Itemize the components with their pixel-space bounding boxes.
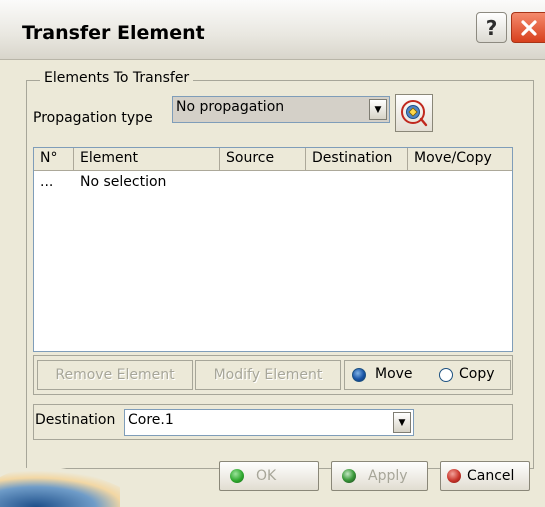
column-header-destination[interactable]: Destination [306, 148, 408, 170]
propagation-view-icon [401, 100, 428, 127]
ok-button[interactable]: OK [219, 461, 319, 491]
apply-label: Apply [368, 468, 408, 484]
cancel-button[interactable]: Cancel [440, 461, 530, 491]
row-number: ... [40, 174, 54, 190]
copy-radio-label[interactable]: Copy [459, 366, 495, 382]
transfer-element-table[interactable]: N° Element Source Destination Move/Copy … [33, 147, 513, 352]
column-header-number[interactable]: N° [34, 148, 74, 170]
column-header-element[interactable]: Element [74, 148, 220, 170]
help-button[interactable]: ? [476, 12, 507, 43]
table-header: N° Element Source Destination Move/Copy [34, 148, 512, 171]
close-button[interactable] [511, 12, 545, 43]
propagation-type-label: Propagation type [33, 110, 153, 126]
transfer-element-dialog: Transfer Element ? Elements To Transfer … [0, 0, 545, 507]
column-header-source[interactable]: Source [220, 148, 306, 170]
chevron-down-icon[interactable]: ▼ [393, 412, 411, 433]
apply-button[interactable]: Apply [331, 461, 428, 491]
cancel-label: Cancel [467, 468, 515, 484]
cancel-icon [447, 469, 461, 483]
propagation-view-button[interactable] [395, 94, 433, 132]
help-icon: ? [485, 15, 498, 40]
propagation-type-value: No propagation [176, 99, 285, 115]
copy-radio[interactable] [439, 368, 453, 382]
row-element: No selection [80, 174, 167, 190]
window-title: Transfer Element [22, 22, 205, 44]
move-radio[interactable] [352, 368, 366, 382]
title-bar[interactable]: Transfer Element ? [0, 0, 545, 60]
destination-value: Core.1 [128, 412, 174, 428]
close-icon [520, 19, 537, 36]
column-header-move-copy[interactable]: Move/Copy [408, 148, 512, 170]
remove-element-button[interactable]: Remove Element [37, 360, 193, 390]
destination-select[interactable]: Core.1 ▼ [124, 409, 414, 436]
apply-icon [342, 469, 356, 483]
table-row[interactable]: ... No selection [34, 174, 512, 194]
propagation-type-select[interactable]: No propagation ▼ [172, 96, 390, 123]
ok-label: OK [256, 468, 277, 484]
destination-label: Destination [35, 412, 116, 428]
move-copy-radio-group: Move Copy [344, 360, 511, 390]
group-legend: Elements To Transfer [40, 70, 194, 86]
catia-logo-swoosh [0, 466, 120, 507]
ok-icon [230, 469, 244, 483]
chevron-down-icon[interactable]: ▼ [369, 99, 387, 120]
move-radio-label[interactable]: Move [375, 366, 413, 382]
modify-element-button[interactable]: Modify Element [195, 360, 341, 390]
